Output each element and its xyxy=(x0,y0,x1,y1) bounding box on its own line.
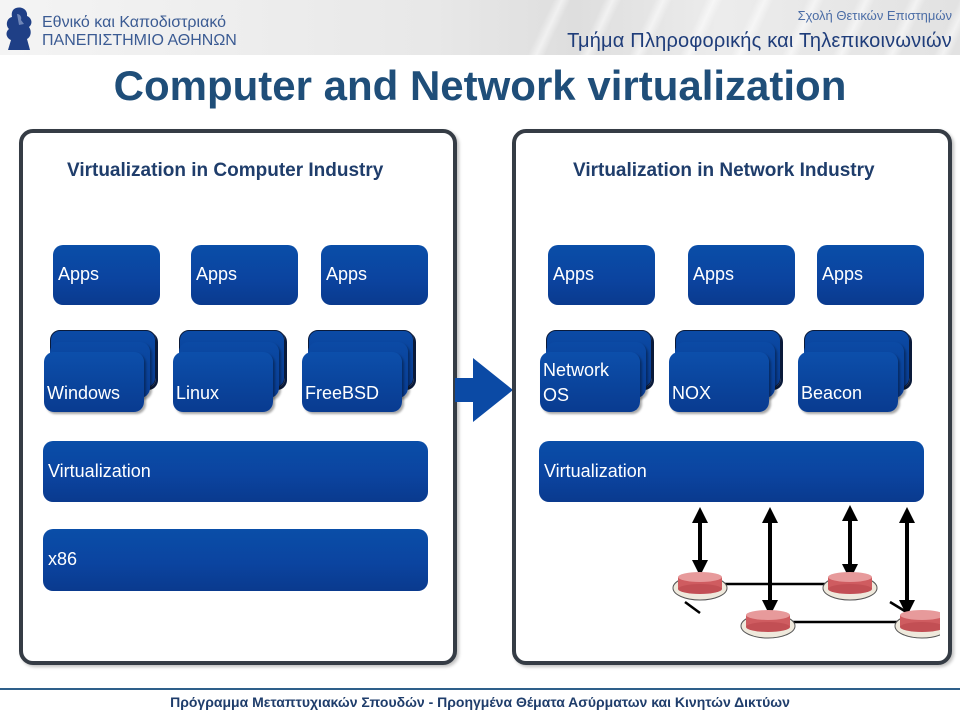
school-name: Σχολή Θετικών Επιστημών xyxy=(797,8,952,23)
network-industry-heading: Virtualization in Network Industry xyxy=(573,160,875,181)
os-label: Network OS xyxy=(543,358,609,408)
footer-text: Πρόγραμμα Μεταπτυχιακών Σπουδών - Προηγμ… xyxy=(170,694,790,710)
app-box: Apps xyxy=(53,245,160,305)
os-stack-network-os: Network OS xyxy=(540,330,652,416)
os-stack-beacon: Beacon xyxy=(798,330,910,416)
app-box: Apps xyxy=(548,245,655,305)
slide-title: Computer and Network virtualization xyxy=(113,62,847,109)
right-arrow-icon xyxy=(455,358,513,422)
virtualization-layer-box: Virtualization xyxy=(43,441,428,502)
os-label: NOX xyxy=(672,383,712,403)
header-banner: Εθνικό και Καποδιστριακό ΠΑΝΕΠΙΣΤΗΜΙΟ ΑΘ… xyxy=(0,0,960,55)
os-box: Linux xyxy=(173,352,273,412)
app-label: Apps xyxy=(196,264,238,284)
app-label: Apps xyxy=(553,264,595,284)
app-box: Apps xyxy=(688,245,795,305)
os-box: Beacon xyxy=(798,352,898,412)
link-line xyxy=(684,600,701,615)
computer-industry-heading: Virtualization in Computer Industry xyxy=(67,160,384,181)
router-icon xyxy=(740,610,796,639)
os-box: Windows xyxy=(44,352,144,412)
os-box: Network OS xyxy=(540,352,640,412)
os-stack-linux: Linux xyxy=(173,330,285,416)
router-icon xyxy=(822,572,878,601)
router-network-diagram xyxy=(672,505,940,639)
control-arrows xyxy=(692,505,915,616)
app-label: Apps xyxy=(58,264,100,284)
app-label: Apps xyxy=(822,264,864,284)
os-label: Windows xyxy=(47,383,121,403)
os-stack-freebsd: FreeBSD xyxy=(302,330,414,416)
router-icon xyxy=(672,572,728,601)
os-label-line: Network xyxy=(543,360,610,380)
os-label: Linux xyxy=(176,383,220,403)
hardware-label: x86 xyxy=(48,549,78,569)
footer-divider xyxy=(0,688,960,690)
router-icon xyxy=(894,610,940,639)
os-label-line: OS xyxy=(543,385,570,405)
virtualization-label: Virtualization xyxy=(48,461,151,481)
university-name-line2: ΠΑΝΕΠΙΣΤΗΜΙΟ ΑΘΗΝΩΝ xyxy=(42,32,237,49)
app-box: Apps xyxy=(321,245,428,305)
app-box: Apps xyxy=(191,245,298,305)
department-name: Τμήμα Πληροφορικής και Τηλεπικοινωνιών xyxy=(567,30,952,52)
app-label: Apps xyxy=(693,264,735,284)
os-box: NOX xyxy=(669,352,769,412)
virtualization-layer-box: Virtualization xyxy=(539,441,924,502)
os-stack-nox: NOX xyxy=(669,330,781,416)
app-box: Apps xyxy=(817,245,924,305)
hardware-layer-box: x86 xyxy=(43,529,428,591)
app-label: Apps xyxy=(326,264,368,284)
os-label: FreeBSD xyxy=(305,383,380,403)
os-label: Beacon xyxy=(801,383,863,403)
university-name-line1: Εθνικό και Καποδιστριακό xyxy=(42,14,227,31)
os-box: FreeBSD xyxy=(302,352,402,412)
os-stack-windows: Windows xyxy=(44,330,156,416)
virtualization-label: Virtualization xyxy=(544,461,647,481)
university-logo-icon xyxy=(6,7,32,51)
